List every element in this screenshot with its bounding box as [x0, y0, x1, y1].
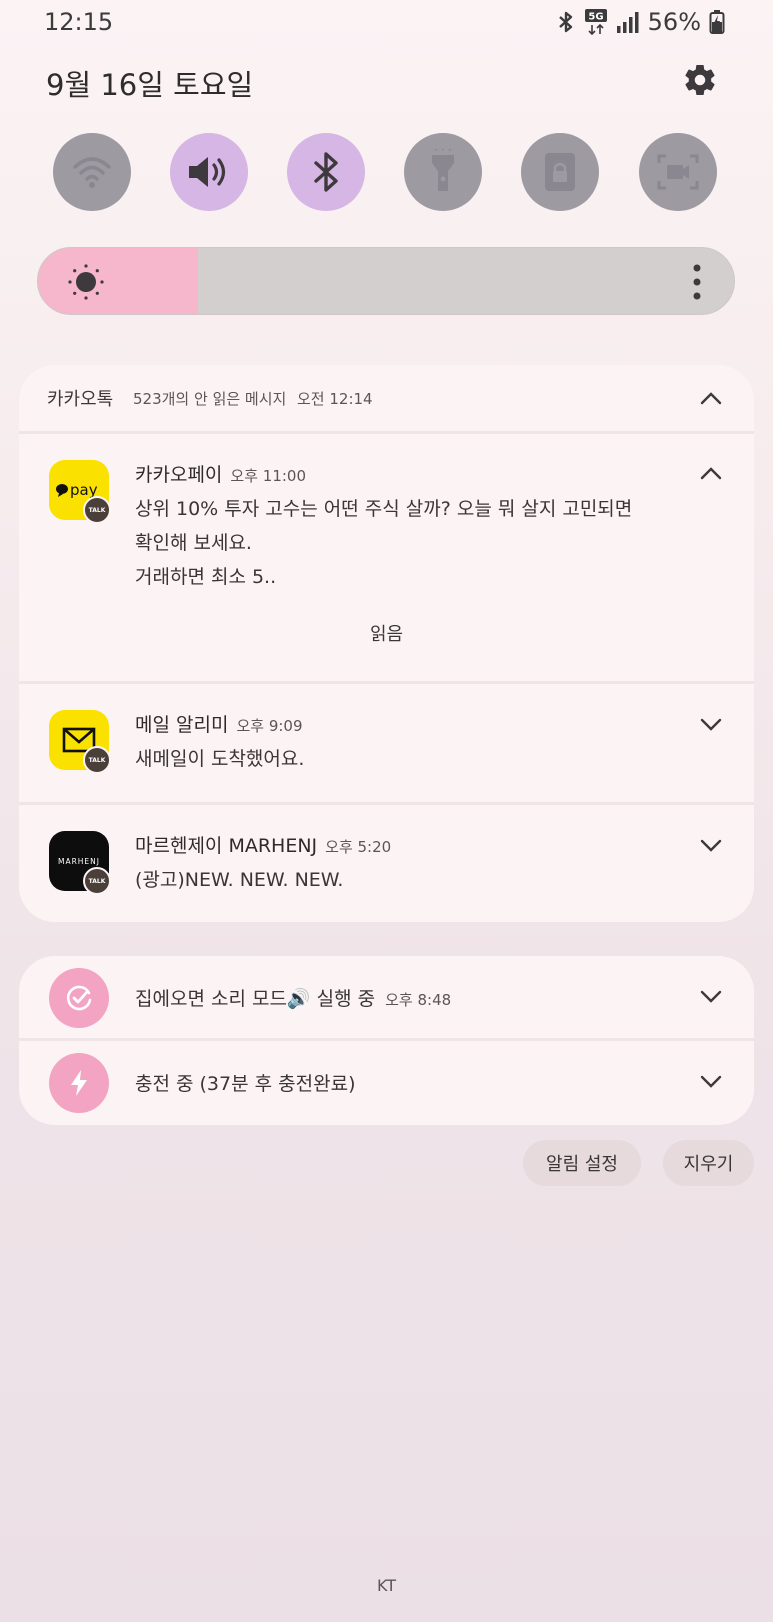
notification-body: 새메일이 도착했어요.: [135, 748, 305, 770]
status-icons: 5G 56%: [556, 8, 725, 36]
clear-button[interactable]: 지우기: [663, 1140, 754, 1186]
status-time: 12:15: [44, 8, 114, 36]
notification-body: 상위 10% 투자 고수는 어떤 주식 살까? 오늘 뭐 살지 고민되면 확인해…: [135, 498, 633, 588]
more-options-icon[interactable]: [692, 264, 702, 300]
charging-icon-badge: [49, 1053, 109, 1113]
kakaotalk-notification-group: 카카오톡 523개의 안 읽은 메시지 오전 12:14 pay TALK 카카…: [19, 365, 754, 922]
notification-settings-button[interactable]: 알림 설정: [523, 1140, 641, 1186]
notification-title: 마르헨제이 MARHENJ 오후 5:20: [135, 835, 392, 857]
quick-settings: [53, 133, 719, 213]
bluetooth-icon: [314, 152, 338, 192]
marhenj-icon-text: MARHENJ: [58, 857, 100, 866]
notification-title: 메일 알리미 오후 9:09: [135, 714, 303, 736]
signal-icon: [616, 12, 639, 33]
notification-time: 오후 5:20: [325, 838, 392, 856]
rotation-lock-toggle[interactable]: [521, 133, 599, 211]
notification-text: 충전 중 (37분 후 충전완료): [135, 1073, 356, 1095]
bluetooth-icon: [558, 11, 572, 33]
screen-record-icon: [657, 154, 699, 190]
talk-badge-icon: TALK: [83, 496, 111, 524]
notification-time: 오후 8:48: [385, 991, 452, 1009]
notification-kakaopay[interactable]: pay TALK 카카오페이 오후 11:00 상위 10% 투자 고수는 어떤 …: [19, 434, 754, 681]
notification-mail[interactable]: TALK 메일 알리미 오후 9:09 새메일이 도착했어요.: [19, 684, 754, 802]
brightness-sun-icon: [68, 264, 104, 300]
battery-charging-icon: [709, 10, 725, 34]
brightness-fill: [38, 248, 199, 314]
notification-text: 집에오면 소리 모드🔊 실행 중 오후 8:48: [135, 988, 452, 1010]
chevron-down-icon[interactable]: [700, 1075, 722, 1089]
notification-marhenj[interactable]: MARHENJ TALK 마르헨제이 MARHENJ 오후 5:20 (광고)NE…: [19, 805, 754, 922]
carrier-label: KT: [376, 1576, 397, 1595]
status-bar: 12:15 5G 56%: [0, 0, 773, 48]
screen-recorder-toggle[interactable]: [639, 133, 717, 211]
notification-time: 오후 11:00: [230, 467, 307, 485]
chevron-up-icon[interactable]: [700, 391, 722, 405]
chevron-down-icon[interactable]: [700, 839, 722, 853]
routine-check-icon: [66, 985, 92, 1011]
bluetooth-toggle[interactable]: [287, 133, 365, 211]
group-app-name: 카카오톡: [47, 389, 114, 410]
chevron-down-icon[interactable]: [700, 718, 722, 732]
brightness-slider[interactable]: [37, 247, 735, 315]
notification-title: 카카오페이 오후 11:00: [135, 464, 307, 486]
unread-count: 523개의 안 읽은 메시지: [133, 390, 287, 408]
battery-percent: 56%: [647, 8, 701, 36]
chevron-down-icon[interactable]: [700, 990, 722, 1004]
notification-sound-mode[interactable]: 집에오면 소리 모드🔊 실행 중 오후 8:48: [19, 956, 754, 1038]
settings-gear-icon[interactable]: [682, 62, 718, 98]
speaker-icon: [189, 157, 226, 187]
lock-icon: [545, 153, 575, 191]
wifi-icon: [73, 157, 111, 188]
talk-badge-icon: TALK: [83, 746, 111, 774]
lightning-bolt-icon: [71, 1070, 87, 1096]
date-label: 9월 16일 토요일: [46, 68, 254, 102]
flashlight-icon: [432, 149, 454, 191]
chevron-up-icon[interactable]: [700, 466, 722, 480]
mark-read-button[interactable]: 읽음: [19, 620, 754, 646]
group-time: 오전 12:14: [297, 390, 373, 408]
sound-toggle[interactable]: [170, 133, 248, 211]
wifi-toggle[interactable]: [53, 133, 131, 211]
notification-body: (광고)NEW. NEW. NEW.: [135, 869, 344, 891]
flashlight-toggle[interactable]: [404, 133, 482, 211]
notification-time: 오후 9:09: [236, 717, 303, 735]
network-5g-icon: 5G: [584, 9, 607, 36]
network-label: 5G: [588, 12, 603, 23]
notification-charging[interactable]: 충전 중 (37분 후 충전완료): [19, 1041, 754, 1123]
system-notification-group: 집에오면 소리 모드🔊 실행 중 오후 8:48 충전 중 (37분 후 충전완료…: [19, 956, 754, 1125]
talk-badge-icon: TALK: [83, 867, 111, 895]
routine-icon-badge: [49, 968, 109, 1028]
group-header[interactable]: 카카오톡 523개의 안 읽은 메시지 오전 12:14: [19, 365, 754, 431]
